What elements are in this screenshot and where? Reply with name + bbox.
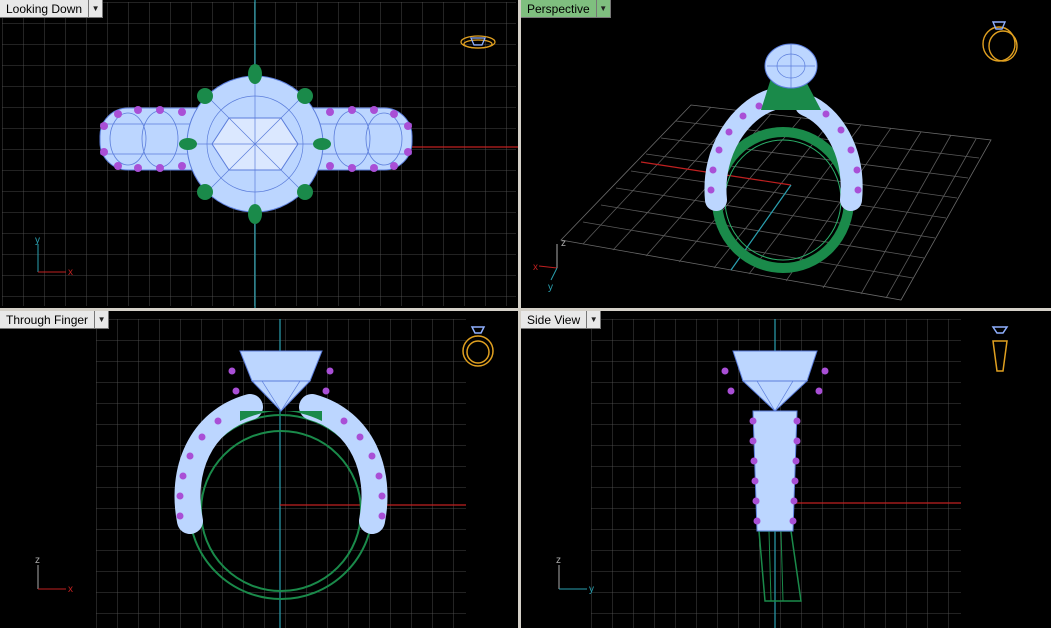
viewport-canvas[interactable]: z y [521,311,1051,628]
chevron-down-icon[interactable]: ▼ [89,0,104,18]
svg-text:x: x [533,262,538,273]
viewport-canvas[interactable]: z x [0,311,518,628]
svg-text:y: y [589,584,594,595]
viewport-tab-looking-down[interactable]: Looking Down ▼ [0,0,104,18]
axis-triad: z x y [533,238,566,293]
ring-preview-icon[interactable] [991,326,1009,372]
ring-preview-icon[interactable] [462,326,494,367]
svg-text:z: z [556,555,561,566]
chevron-down-icon[interactable]: ▼ [587,311,602,329]
viewport-tab-side-view[interactable]: Side View ▼ [521,311,602,329]
svg-text:y: y [35,235,40,246]
chevron-down-icon[interactable]: ▼ [95,311,110,329]
viewport-canvas[interactable]: y x [0,0,518,308]
ring-perspective [704,43,863,273]
viewport-tab-perspective[interactable]: Perspective ▼ [521,0,611,18]
axis-triad: z y [556,555,594,595]
viewport-title: Looking Down [0,0,90,18]
axis-triad: z x [35,555,73,595]
ring-preview-icon[interactable] [982,21,1018,62]
viewport-title: Perspective [521,0,597,18]
viewport-tab-through-finger[interactable]: Through Finger ▼ [0,311,110,329]
svg-text:x: x [68,267,73,278]
viewport-title: Through Finger [0,311,96,329]
viewport-canvas[interactable]: z x y [521,0,1051,308]
svg-text:z: z [35,555,40,566]
viewport-looking-down[interactable]: Looking Down ▼ y x [0,0,518,308]
svg-text:x: x [68,584,73,595]
viewport-through-finger[interactable]: Through Finger ▼ z x [0,311,518,628]
svg-text:z: z [561,238,566,249]
chevron-down-icon[interactable]: ▼ [596,0,611,18]
viewport-title: Side View [521,311,588,329]
svg-text:y: y [548,282,553,293]
viewport-side-view[interactable]: Side View ▼ z y [521,311,1051,628]
viewport-perspective[interactable]: Perspective ▼ z x y [521,0,1051,308]
